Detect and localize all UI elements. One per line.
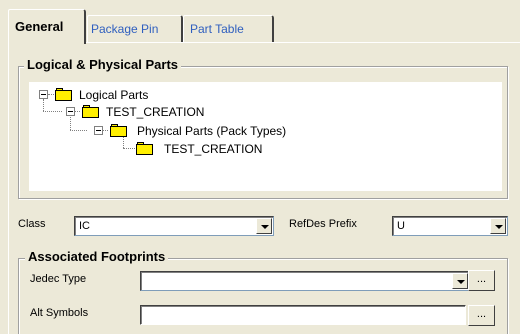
alt-symbols-field[interactable] [140,305,466,325]
tab-part-table[interactable]: Part Table [183,15,274,42]
tree-node-logical-parts[interactable]: Logical Parts [39,87,199,103]
collapse-icon[interactable] [39,90,48,99]
footprints-title: Associated Footprints [25,249,169,264]
logical-physical-title: Logical & Physical Parts [24,57,182,72]
tree-node-label: TEST_CREATION [106,105,205,119]
jedec-type-label: Jedec Type [30,273,87,285]
tree-node-pack-type[interactable]: TEST_CREATION [136,141,306,157]
refdes-value: U [397,220,405,232]
tree-node-label: Logical Parts [79,88,149,102]
alt-symbols-label: Alt Symbols [30,307,89,319]
tree-node-test-creation[interactable]: TEST_CREATION [66,104,266,120]
tab-general[interactable]: General [8,9,86,44]
class-value: IC [79,220,90,232]
tab-package-pin[interactable]: Package Pin [87,15,183,42]
tab-part-table-label: Part Table [190,22,244,36]
class-label: Class [18,218,46,230]
tab-package-pin-label: Package Pin [91,22,159,36]
tree-node-label: TEST_CREATION [164,142,263,156]
folder-icon [82,105,99,118]
parts-tree[interactable]: Logical Parts TEST_CREATION Physical Par… [29,82,502,191]
folder-icon [55,88,72,101]
folder-icon [110,124,127,137]
jedec-type-combo[interactable] [140,271,470,291]
tree-node-label: Physical Parts (Pack Types) [137,124,287,138]
chevron-down-icon[interactable] [452,273,468,289]
tree-connector [123,148,135,149]
tab-general-label: General [15,19,64,34]
chevron-down-icon[interactable] [490,218,506,234]
refdes-label: RefDes Prefix [289,218,357,230]
alt-symbols-browse-button[interactable]: ... [468,305,495,326]
tree-connector [70,130,87,131]
jedec-browse-button[interactable]: ... [468,270,495,291]
refdes-combo[interactable]: U [392,216,508,236]
collapse-icon[interactable] [66,107,75,116]
folder-icon [136,142,153,155]
tree-connector [43,111,62,112]
chevron-down-icon[interactable] [256,218,272,234]
tree-node-physical-parts[interactable]: Physical Parts (Pack Types) [94,123,334,139]
class-combo[interactable]: IC [74,216,274,236]
collapse-icon[interactable] [94,126,103,135]
